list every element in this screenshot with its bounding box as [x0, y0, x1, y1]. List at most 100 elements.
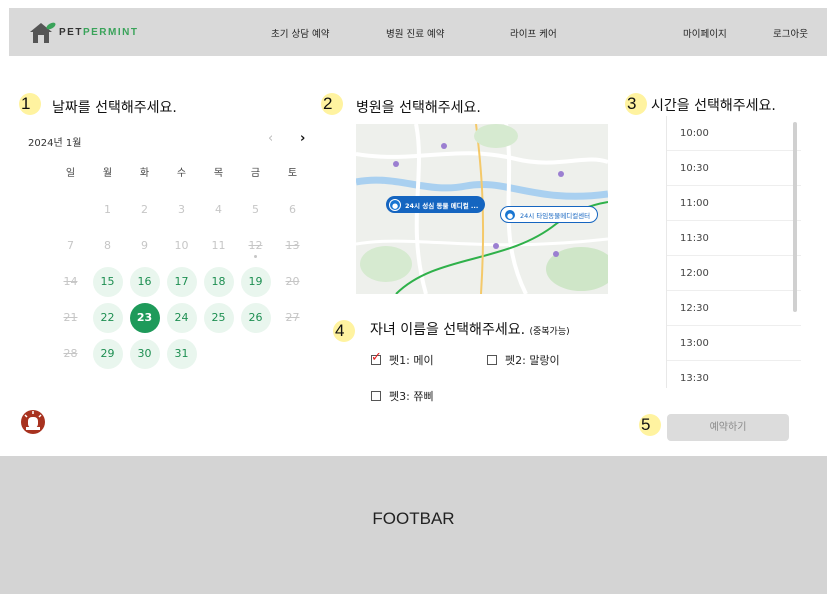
- weekday-label: 수: [176, 168, 187, 179]
- calendar-day-number: 10: [174, 239, 189, 252]
- calendar-cell: 17: [163, 264, 200, 300]
- pet-option-3[interactable]: 펫3: 쮸삐: [371, 388, 434, 404]
- calendar-cell: 4: [200, 192, 237, 228]
- hospital-map[interactable]: ● 24시 성심 동물 메디컬 ... ● 24시 타임동물메디컬센터: [356, 124, 608, 294]
- weekday-label: 일: [65, 168, 76, 179]
- calendar-cell: 30: [126, 336, 163, 372]
- calendar-cell: 18: [200, 264, 237, 300]
- pet-checkbox-1[interactable]: ✓: [371, 350, 382, 365]
- calendar-day[interactable]: 24: [166, 303, 197, 333]
- calendar-day: 11: [204, 231, 234, 261]
- calendar-day[interactable]: 26: [240, 303, 271, 333]
- calendar-day: 2: [130, 195, 160, 225]
- step-badge-1: 1: [19, 93, 41, 115]
- map-marker-hospital-2[interactable]: ● 24시 타임동물메디컬센터: [500, 206, 599, 223]
- calendar-day[interactable]: 29: [92, 339, 123, 369]
- nav-logout[interactable]: 로그아웃: [773, 26, 808, 40]
- check-icon: ✓: [371, 350, 382, 365]
- calendar-cell: 13: [274, 228, 311, 264]
- top-navbar: PETPERMINT 초기 상담 예약 병원 진료 예약 라이프 케어 마이페이…: [9, 8, 827, 56]
- time-slot[interactable]: 12:30: [667, 291, 801, 326]
- pet-checkbox-2[interactable]: [487, 355, 497, 365]
- calendar-cell: 20: [274, 264, 311, 300]
- calendar-day-number: 14: [63, 275, 78, 288]
- time-slot[interactable]: 11:00: [667, 186, 801, 221]
- calendar-day-number: 31: [174, 347, 189, 360]
- calendar-day-number: 8: [104, 239, 111, 252]
- calendar-day: 10: [167, 231, 197, 261]
- calendar-day-number: 29: [100, 347, 115, 360]
- time-slot[interactable]: 13:30: [667, 361, 801, 388]
- time-list-scrollbar[interactable]: [793, 122, 797, 312]
- calendar-day[interactable]: 31: [166, 339, 197, 369]
- calendar-cell: 1: [89, 192, 126, 228]
- calendar-cell: 6: [274, 192, 311, 228]
- calendar-day[interactable]: 30: [129, 339, 160, 369]
- step-badge-2: 2: [321, 93, 343, 115]
- weekday-label: 월: [102, 168, 113, 179]
- nav-mypage[interactable]: 마이페이지: [683, 26, 727, 40]
- pet-checkbox-3[interactable]: [371, 391, 381, 401]
- time-slot[interactable]: 13:00: [667, 326, 801, 361]
- calendar-day-number: 22: [100, 311, 115, 324]
- calendar-day-number: 26: [248, 311, 263, 324]
- pet-option-1[interactable]: ✓ 펫1: 메이: [371, 350, 434, 368]
- calendar-cell: 12: [237, 228, 274, 264]
- time-slot[interactable]: 10:30: [667, 151, 801, 186]
- nav-hospital-booking[interactable]: 병원 진료 예약: [386, 26, 444, 40]
- calendar-cell: 19: [237, 264, 274, 300]
- time-slot[interactable]: 12:00: [667, 256, 801, 291]
- calendar-day[interactable]: 17: [166, 267, 197, 297]
- calendar-day-selected[interactable]: 23: [129, 303, 160, 333]
- calendar-day[interactable]: 25: [203, 303, 234, 333]
- calendar-cell: 25: [200, 300, 237, 336]
- time-slot-list[interactable]: 10:00 10:30 11:00 11:30 12:00 12:30 13:00 13:30: [666, 116, 801, 388]
- nav-life-care[interactable]: 라이프 케어: [510, 26, 557, 40]
- calendar-cell: 9: [126, 228, 163, 264]
- map-marker-hospital-1[interactable]: ● 24시 성심 동물 메디컬 ...: [386, 196, 486, 213]
- calendar-cell: 14: [52, 264, 89, 300]
- pet-option-2[interactable]: 펫2: 말랑이: [487, 352, 560, 368]
- calendar-day-number: 19: [248, 275, 263, 288]
- calendar-cell: 3: [163, 192, 200, 228]
- calendar-day: 21: [56, 303, 86, 333]
- pet-section-note: (중복가능): [529, 327, 570, 337]
- calendar-day[interactable]: 16: [129, 267, 160, 297]
- calendar-day[interactable]: 22: [92, 303, 123, 333]
- calendar-day[interactable]: 18: [203, 267, 234, 297]
- map-marker-label: 24시 성심 동물 메디컬 ...: [405, 201, 479, 210]
- calendar-cell: 11: [200, 228, 237, 264]
- calendar-cell: 26: [237, 300, 274, 336]
- calendar-day-number: 9: [141, 239, 148, 252]
- calendar-day-number: 21: [63, 311, 78, 324]
- pet-section-title: 자녀 이름을 선택해주세요. (중복가능): [370, 319, 570, 339]
- calendar-day: 20: [278, 267, 308, 297]
- date-section-title: 날짜를 선택해주세요.: [52, 100, 177, 116]
- weekday-label: 토: [287, 168, 298, 179]
- calendar-day[interactable]: 19: [240, 267, 271, 297]
- emergency-siren-icon[interactable]: [20, 408, 46, 436]
- calendar-day-number: 16: [137, 275, 152, 288]
- calendar-day-number: 2: [141, 203, 148, 216]
- chevron-left-icon[interactable]: ‹: [268, 131, 273, 146]
- calendar-day[interactable]: 15: [92, 267, 123, 297]
- calendar-day-number: 5: [252, 203, 259, 216]
- logo[interactable]: PETPERMINT: [27, 20, 138, 44]
- house-logo-icon: [30, 22, 56, 43]
- calendar-day: 5: [241, 195, 271, 225]
- chevron-right-icon[interactable]: ›: [300, 131, 305, 146]
- nav-initial-consult[interactable]: 초기 상담 예약: [271, 26, 329, 40]
- calendar-day: 13: [278, 231, 308, 261]
- calendar-day-number: 3: [178, 203, 185, 216]
- time-slot[interactable]: 11:30: [667, 221, 801, 256]
- calendar-cell: 21: [52, 300, 89, 336]
- time-slot[interactable]: 10:00: [667, 116, 801, 151]
- calendar-day-number: 1: [104, 203, 111, 216]
- reserve-button[interactable]: 예약하기: [667, 414, 789, 441]
- hospital-section-title: 병원을 선택해주세요.: [356, 100, 481, 116]
- calendar-day: 28: [56, 339, 86, 369]
- calendar-day-number: 17: [174, 275, 189, 288]
- weekday-label: 금: [250, 168, 261, 179]
- calendar-day-number: 4: [215, 203, 222, 216]
- calendar-day-number: 28: [63, 347, 78, 360]
